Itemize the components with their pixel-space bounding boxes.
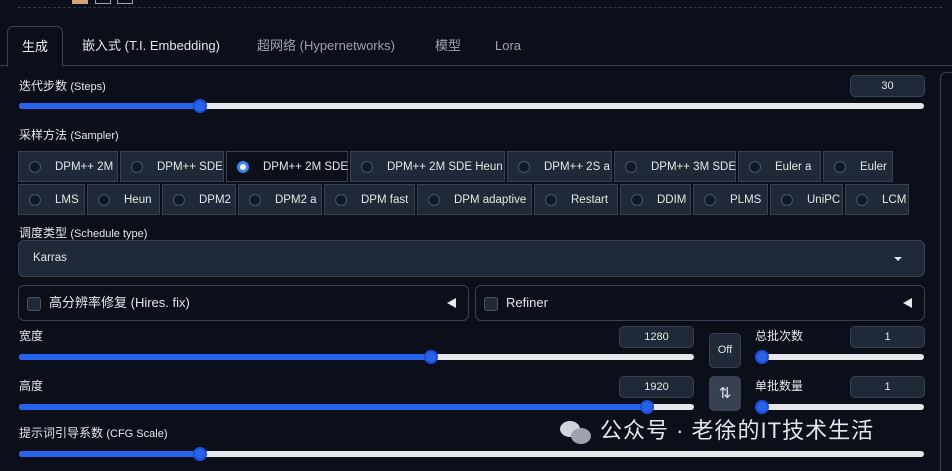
top-divider: [18, 7, 942, 8]
radio-icon: [29, 193, 41, 206]
sampler-option[interactable]: Heun: [87, 184, 160, 215]
batch-count-slider[interactable]: [755, 350, 924, 364]
schedule-value: Karras: [33, 252, 67, 264]
schedule-label: 调度类型 (Schedule type): [19, 226, 148, 240]
off-button[interactable]: Off: [709, 333, 741, 368]
tab-bar: 生成 嵌入式 (T.I. Embedding) 超网络 (Hypernetwor…: [0, 26, 952, 67]
sampler-option[interactable]: DPM2: [162, 184, 236, 215]
height-slider[interactable]: [19, 400, 694, 414]
batch-size-slider[interactable]: [755, 400, 924, 414]
radio-icon: [98, 193, 110, 206]
tab-models[interactable]: 模型: [421, 26, 475, 66]
sampler-option[interactable]: DPM++ SDE: [120, 151, 224, 182]
radio-icon: [704, 193, 716, 206]
width-slider[interactable]: [19, 350, 694, 364]
width-input[interactable]: 1280: [619, 326, 694, 348]
wechat-icon: [560, 419, 592, 445]
sampler-option[interactable]: Euler a: [738, 151, 821, 182]
slider-fill: [19, 451, 200, 457]
radio-icon: [518, 160, 530, 173]
swap-dimensions-icon[interactable]: ⇅: [709, 376, 741, 411]
sampler-option[interactable]: DPM++ 2M: [18, 151, 118, 182]
collapse-triangle-icon[interactable]: [447, 298, 456, 308]
toolbar-icon[interactable]: [95, 0, 111, 4]
sampler-option[interactable]: UniPC: [770, 184, 843, 215]
radio-icon: [249, 193, 261, 206]
top-strip: [0, 0, 952, 8]
slider-thumb[interactable]: [193, 99, 207, 113]
refiner-checkbox[interactable]: [484, 297, 498, 311]
tab-generate[interactable]: 生成: [7, 26, 64, 67]
toolbar-icon[interactable]: [117, 0, 133, 4]
radio-icon: [545, 193, 557, 206]
cfg-scale-label: 提示词引导系数 (CFG Scale): [19, 426, 168, 440]
radio-icon: [428, 193, 440, 206]
radio-icon: [631, 193, 643, 206]
slider-thumb[interactable]: [755, 400, 769, 414]
sampler-option[interactable]: DPM++ 2M SDE Heun: [350, 151, 505, 182]
batch-count-label: 总批次数: [755, 329, 804, 343]
height-label: 高度: [19, 379, 44, 393]
chevron-down-icon: [894, 257, 902, 261]
sampler-option[interactable]: LMS: [18, 184, 85, 215]
radio-icon: [131, 160, 143, 173]
scrollbar[interactable]: [940, 72, 952, 471]
radio-icon: [781, 193, 793, 206]
watermark: 公众号 · 老徐的IT技术生活: [560, 413, 874, 445]
radio-icon: [856, 193, 868, 206]
radio-icon: [834, 160, 846, 173]
radio-selected-icon: [237, 160, 249, 173]
sampler-option[interactable]: DPM fast: [324, 184, 415, 215]
batch-size-input[interactable]: 1: [850, 376, 925, 398]
sampler-option[interactable]: DPM++ 2S a: [507, 151, 612, 182]
sampler-option[interactable]: DPM++ 3M SDE: [614, 151, 736, 182]
color-swatch-icon[interactable]: [72, 0, 88, 4]
schedule-dropdown[interactable]: Karras: [18, 240, 925, 277]
slider-thumb[interactable]: [639, 400, 654, 414]
hires-fix-checkbox[interactable]: [27, 297, 41, 311]
sampler-option[interactable]: DPM2 a: [238, 184, 322, 215]
sampler-label: 采样方法 (Sampler): [19, 128, 119, 142]
radio-icon: [29, 160, 41, 173]
cfg-scale-slider[interactable]: [19, 447, 924, 461]
tab-embedding[interactable]: 嵌入式 (T.I. Embedding): [68, 26, 234, 66]
slider-fill: [19, 354, 431, 360]
width-label: 宽度: [19, 329, 44, 343]
steps-input[interactable]: 30: [850, 75, 925, 97]
sampler-row-2: LMS Heun DPM2 DPM2 a DPM fast DPM adapti…: [18, 184, 911, 215]
sampler-row-1: DPM++ 2M DPM++ SDE DPM++ 2M SDE DPM++ 2M…: [18, 151, 895, 182]
height-input[interactable]: 1920: [619, 376, 694, 398]
refiner-label: Refiner: [506, 295, 548, 310]
sampler-option[interactable]: DDIM: [620, 184, 691, 215]
sampler-option[interactable]: PLMS: [693, 184, 768, 215]
hires-fix-label: 高分辨率修复 (Hires. fix): [49, 295, 190, 310]
slider-fill: [19, 404, 647, 410]
sampler-option-selected[interactable]: DPM++ 2M SDE: [226, 151, 348, 182]
slider-thumb[interactable]: [755, 350, 769, 364]
radio-icon: [335, 193, 347, 206]
batch-size-label: 单批数量: [755, 379, 804, 393]
radio-icon: [625, 160, 637, 173]
sampler-option[interactable]: DPM adaptive: [417, 184, 532, 215]
slider-fill: [19, 103, 200, 109]
tab-lora[interactable]: Lora: [481, 26, 535, 66]
radio-icon: [749, 160, 761, 173]
radio-icon: [173, 193, 185, 206]
refiner-accordion[interactable]: Refiner: [475, 285, 925, 321]
batch-count-input[interactable]: 1: [850, 326, 925, 348]
slider-thumb[interactable]: [423, 350, 438, 364]
sampler-option[interactable]: Restart: [534, 184, 618, 215]
sampler-option[interactable]: Euler: [823, 151, 893, 182]
slider-thumb[interactable]: [193, 447, 207, 461]
tab-hypernetworks[interactable]: 超网络 (Hypernetworks): [243, 26, 409, 66]
radio-icon: [361, 160, 373, 173]
sampler-option[interactable]: LCM: [845, 184, 909, 215]
steps-slider[interactable]: [19, 99, 924, 113]
collapse-triangle-icon[interactable]: [903, 298, 912, 308]
steps-label: 迭代步数 (Steps): [19, 79, 106, 93]
hires-fix-accordion[interactable]: 高分辨率修复 (Hires. fix): [18, 285, 469, 321]
